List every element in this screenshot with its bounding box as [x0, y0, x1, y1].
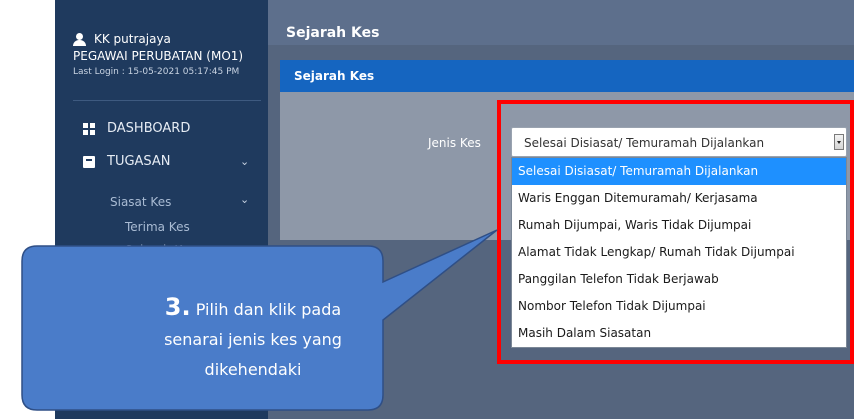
highlight-box — [497, 100, 854, 364]
sidebar-item-dashboard[interactable]: DASHBOARD — [83, 121, 190, 136]
callout-line-3: dikehendaki — [204, 360, 302, 379]
user-info: KK putrajaya PEGAWAI PERUBATAN (MO1) Las… — [73, 32, 263, 77]
user-role: PEGAWAI PERUBATAN (MO1) — [73, 49, 244, 63]
chevron-down-icon[interactable]: ⌄ — [240, 155, 249, 168]
dashboard-icon — [83, 122, 95, 135]
sidebar-item-siasat-kes[interactable]: Siasat Kes — [110, 195, 171, 209]
page-title: Sejarah Kes — [286, 25, 380, 41]
book-icon — [83, 155, 95, 168]
sidebar-item-label: DASHBOARD — [107, 121, 191, 136]
step-number: 3. — [164, 293, 191, 321]
chevron-down-icon[interactable]: ⌄ — [240, 193, 249, 206]
user-icon — [73, 32, 86, 46]
sidebar-item-terima-kes[interactable]: Terima Kes — [125, 220, 190, 234]
panel-header: Sejarah Kes — [280, 60, 854, 92]
callout-line-1: Pilih dan klik pada — [195, 300, 342, 319]
sidebar-item-sejarah-kes[interactable]: Sejarah Kes — [125, 243, 195, 257]
panel-title: Sejarah Kes — [294, 69, 375, 83]
case-type-label: Jenis Kes — [428, 136, 481, 150]
last-login: Last Login : 15-05-2021 05:17:45 PM — [73, 67, 240, 77]
top-bar: Sejarah Kes — [268, 0, 854, 45]
callout-text: 3. Pilih dan klik pada senarai jenis kes… — [138, 292, 368, 385]
sidebar-item-label: TUGASAN — [107, 154, 171, 169]
callout-line-2: senarai jenis kes yang — [164, 330, 342, 349]
sidebar-item-tugasan[interactable]: TUGASAN — [83, 154, 171, 169]
user-name: KK putrajaya — [94, 32, 171, 46]
sidebar-divider — [73, 100, 261, 101]
